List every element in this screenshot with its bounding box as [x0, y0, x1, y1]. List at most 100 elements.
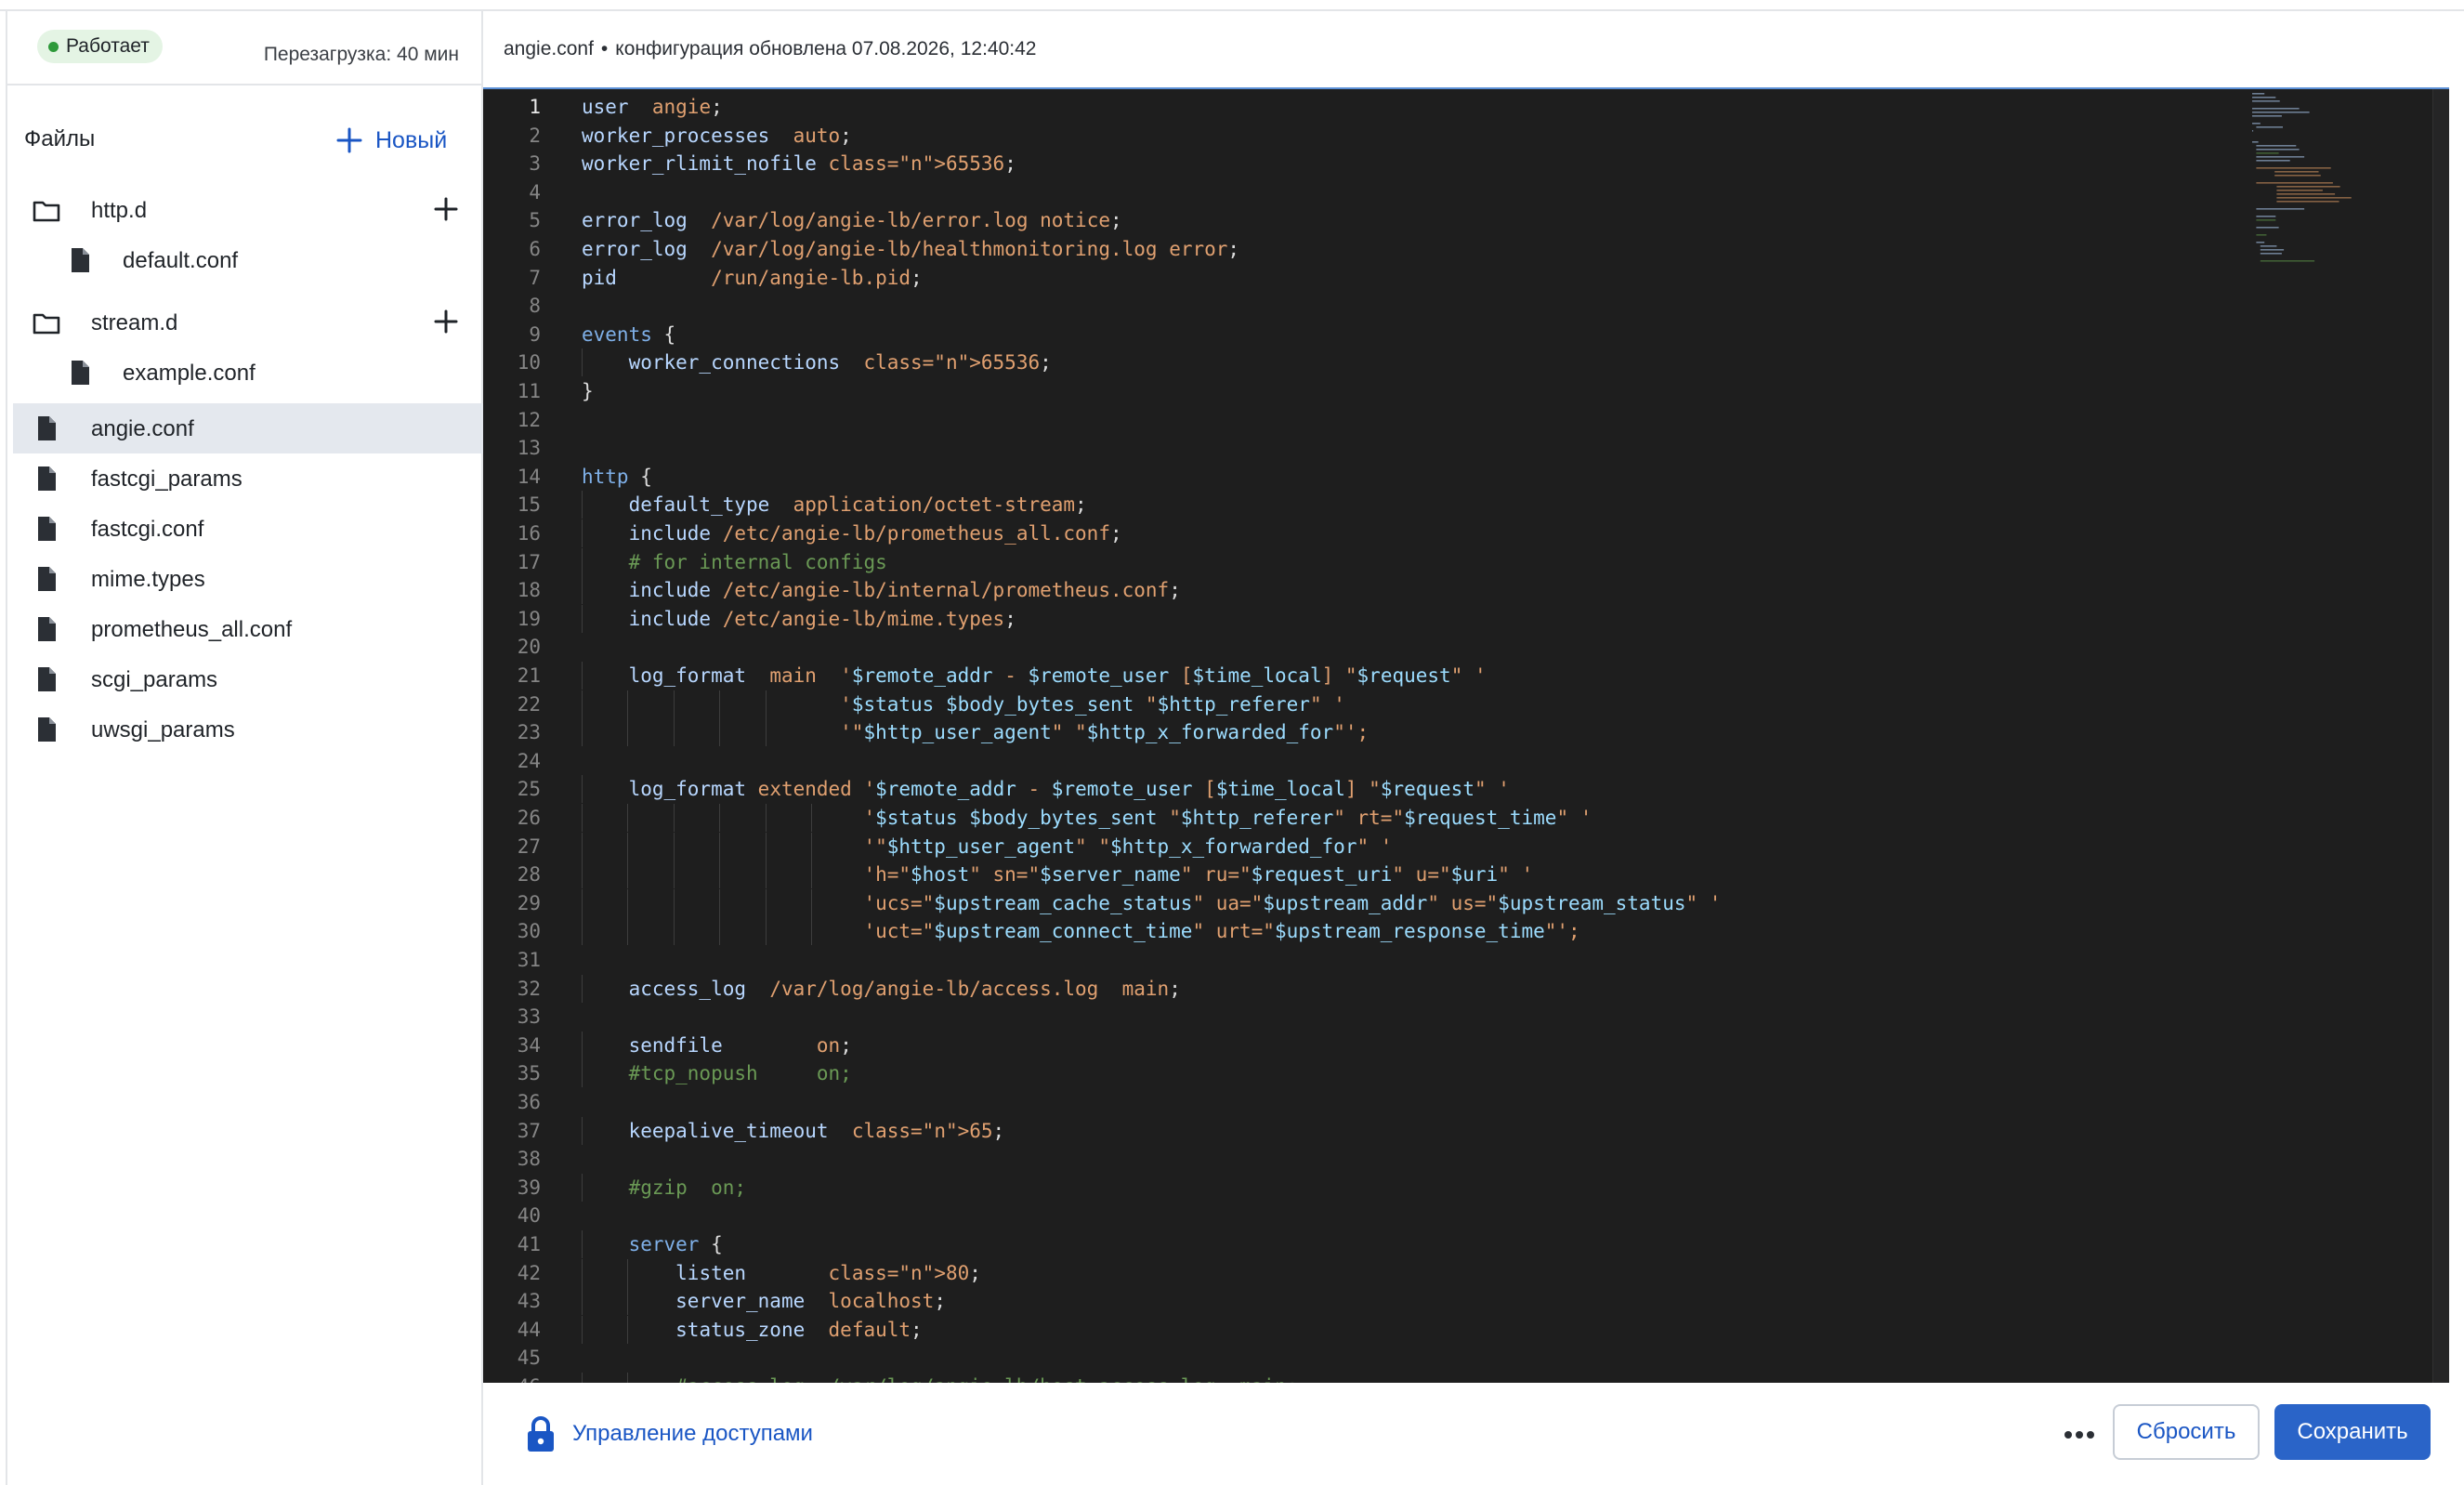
code-text: #gzip on;	[628, 1176, 747, 1199]
tree-item-label: stream.d	[91, 310, 178, 335]
code-line: 25 log_format extended '$remote_addr - $…	[483, 775, 2449, 804]
line-number: 15	[517, 493, 541, 517]
code-line: 2 worker_processes auto;	[483, 122, 2449, 150]
code-text: log_format main '$remote_addr - $remote_…	[628, 664, 1487, 687]
tree-file[interactable]: mime.types	[13, 554, 485, 604]
tree-file[interactable]: fastcgi.conf	[13, 504, 485, 554]
add-to-folder-icon[interactable]	[431, 194, 461, 224]
line-number: 23	[517, 721, 541, 744]
minimap-line	[2252, 112, 2310, 113]
tree-file[interactable]: scgi_params	[13, 654, 485, 704]
minimap-line	[2256, 227, 2279, 229]
line-number: 40	[517, 1204, 541, 1228]
editor-header: angie.conf • конфигурация обновлена 07.0…	[483, 11, 2464, 87]
editor-scrollbar[interactable]	[2432, 89, 2449, 1383]
tree-file[interactable]: angie.conf	[13, 403, 485, 453]
code-line: 14 http {	[483, 463, 2449, 491]
code-line: 8	[483, 292, 2449, 320]
minimap-line	[2256, 234, 2267, 236]
editor-footer: Управление доступами Сбросить Сохранить	[483, 1383, 2464, 1485]
add-to-folder-icon[interactable]	[431, 307, 461, 336]
line-number: 9	[529, 322, 541, 346]
line-number: 20	[517, 636, 541, 659]
code-line: 16 include /etc/angie-lb/prometheus_all.…	[483, 519, 2449, 547]
line-number: 4	[529, 180, 541, 204]
access-management-label: Управление доступами	[572, 1421, 813, 1446]
tree-item-label: uwsgi_params	[91, 717, 235, 742]
code-line: 28 'h="$host" sn="$server_name" ru="$req…	[483, 861, 2449, 889]
tree-folder[interactable]: stream.d	[13, 297, 485, 348]
code-minimap[interactable]	[2245, 89, 2449, 294]
minimap-line	[2260, 249, 2285, 251]
minimap-line	[2274, 171, 2319, 173]
code-line: 29 'ucs="$upstream_cache_status" ua="$up…	[483, 888, 2449, 917]
line-number: 17	[517, 550, 541, 573]
line-number: 31	[517, 949, 541, 971]
code-text: status_zone default;	[675, 1318, 923, 1341]
new-file-button[interactable]: Новый	[334, 120, 447, 161]
line-number: 19	[517, 607, 541, 630]
restart-timer: Перезагрузка: 40 мин	[263, 44, 459, 65]
line-number: 30	[517, 920, 541, 943]
code-text: worker_connections class="n">65536;	[628, 351, 1052, 375]
tree-file[interactable]: default.conf	[13, 235, 485, 285]
open-filename: angie.conf	[504, 38, 594, 59]
line-number: 12	[517, 408, 541, 431]
new-file-label: Новый	[375, 126, 448, 153]
code-line: 44 status_zone default;	[483, 1315, 2449, 1344]
tree-file[interactable]: fastcgi_params	[13, 453, 485, 504]
minimap-line	[2252, 130, 2254, 132]
plus-icon	[336, 127, 362, 153]
code-text: #tcp_nopush on;	[628, 1062, 852, 1085]
minimap-line	[2274, 175, 2321, 177]
line-number: 43	[517, 1290, 541, 1313]
code-line: 12	[483, 406, 2449, 434]
tree-folder[interactable]: http.d	[13, 185, 485, 235]
code-text: '"$http_user_agent" "$http_x_forwarded_f…	[863, 834, 1393, 858]
top-border	[0, 0, 2464, 11]
folder-icon	[32, 308, 61, 337]
access-management-button[interactable]: Управление доступами	[526, 1414, 813, 1453]
minimap-line	[2252, 108, 2300, 110]
status-label: Работает	[66, 35, 150, 57]
minimap-line	[2276, 201, 2339, 203]
line-number: 2	[529, 124, 541, 147]
line-number: 8	[529, 295, 541, 318]
code-text: error_log /var/log/angie-lb/healthmonito…	[582, 238, 1240, 260]
tree-file[interactable]: uwsgi_params	[13, 704, 485, 755]
save-button[interactable]: Сохранить	[2274, 1404, 2431, 1460]
minimap-line	[2276, 190, 2323, 191]
code-text: 'ucs="$upstream_cache_status" ua="$upstr…	[863, 891, 1722, 914]
minimap-line	[2260, 260, 2315, 262]
reset-button[interactable]: Сбросить	[2113, 1404, 2260, 1460]
file-icon	[65, 358, 95, 388]
tree-item-label: default.conf	[123, 248, 239, 273]
code-line: 21 log_format main '$remote_addr - $remo…	[483, 662, 2449, 690]
code-line: 24	[483, 747, 2449, 775]
code-line: 3 worker_rlimit_nofile class="n">65536;	[483, 150, 2449, 177]
code-text: worker_rlimit_nofile class="n">65536;	[582, 152, 1016, 176]
code-editor[interactable]: 1 user angie; 2 worker_processes auto; 3 work…	[483, 87, 2449, 1383]
code-text: }	[582, 380, 594, 402]
line-number: 6	[529, 238, 541, 260]
more-options-button[interactable]	[2057, 1416, 2102, 1453]
line-number: 1	[529, 96, 541, 118]
tree-item-label: fastcgi.conf	[91, 517, 204, 542]
code-text: #access_log /var/log/angie-lb/host.acces…	[582, 1373, 1298, 1383]
line-number: 26	[517, 807, 541, 829]
status-dot-icon	[48, 41, 59, 52]
line-number: 7	[529, 266, 541, 289]
code-line: 45	[483, 1344, 2449, 1372]
minimap-line	[2252, 100, 2280, 102]
tree-file[interactable]: example.conf	[13, 348, 485, 398]
tree-file[interactable]: prometheus_all.conf	[13, 604, 485, 654]
line-number: 5	[529, 209, 541, 232]
line-number: 29	[517, 891, 541, 914]
line-number: 3	[529, 152, 541, 176]
code-text: include /etc/angie-lb/mime.types;	[628, 607, 1016, 630]
config-updated-text: конфигурация обновлена 07.08.2026, 12:40…	[615, 38, 1037, 59]
code-line: 37 keepalive_timeout class="n">65;	[483, 1116, 2449, 1145]
code-line: 15 default_type application/octet-stream…	[483, 491, 2449, 519]
code-line: 27 '"$http_user_agent" "$http_x_forwarde…	[483, 832, 2449, 861]
code-line: 23 '"$http_user_agent" "$http_x_forwarde…	[483, 718, 2449, 747]
